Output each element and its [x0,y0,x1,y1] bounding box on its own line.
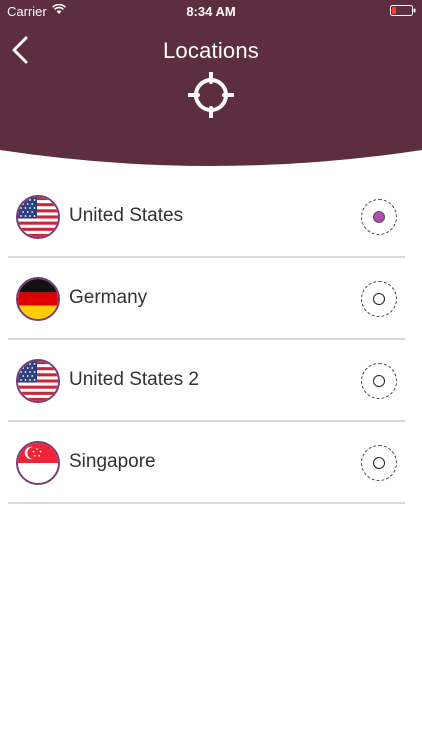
status-time: 8:34 AM [186,4,236,19]
page-title: Locations [163,38,259,63]
battery-icon [390,5,416,16]
location-row-singapore[interactable]: Singapore [8,422,405,504]
location-label: United States [69,205,184,226]
de-flag-icon [16,277,60,321]
sg-flag-icon [16,441,60,485]
location-radio-selected[interactable] [361,199,397,235]
header: Carrier 8:34 AM Locations [0,0,422,170]
location-row-germany[interactable]: Germany [8,258,405,340]
locations-list: United States Germany United States 2 Si… [8,176,405,504]
location-radio[interactable] [361,445,397,481]
radio-dot-icon [373,211,385,223]
crosshair-icon [187,71,235,119]
status-bar: Carrier 8:34 AM [0,0,422,22]
location-label: Singapore [69,451,156,472]
location-row-united-states[interactable]: United States [8,176,405,258]
location-radio[interactable] [361,281,397,317]
radio-dot-icon [373,375,385,387]
us-flag-icon [16,359,60,403]
locate-button[interactable] [187,71,235,119]
radio-dot-icon [373,457,385,469]
location-radio[interactable] [361,363,397,399]
location-label: Germany [69,287,148,308]
row-divider [8,502,405,504]
radio-dot-icon [373,293,385,305]
us-flag-icon [16,195,60,239]
location-label: United States 2 [69,369,199,390]
location-row-united-states-2[interactable]: United States 2 [8,340,405,422]
